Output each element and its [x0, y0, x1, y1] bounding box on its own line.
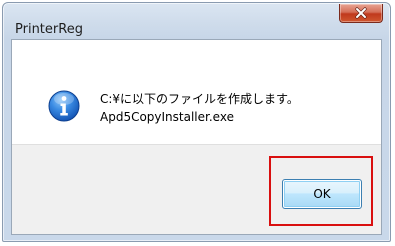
- info-icon: [48, 90, 80, 122]
- close-icon: [355, 7, 367, 19]
- dialog-client-area: C:¥に以下のファイルを作成します。 Apd5CopyInstaller.exe…: [11, 39, 382, 235]
- close-button[interactable]: [339, 4, 383, 23]
- title-bar[interactable]: PrinterReg: [3, 3, 390, 39]
- ok-button[interactable]: OK: [282, 179, 362, 209]
- message-text: C:¥に以下のファイルを作成します。 Apd5CopyInstaller.exe: [100, 90, 299, 126]
- dialog-window: PrinterReg C:¥に以下のファイルを作成します。 Apd5CopyIn…: [2, 2, 391, 242]
- window-title: PrinterReg: [15, 22, 83, 37]
- message-area: C:¥に以下のファイルを作成します。 Apd5CopyInstaller.exe: [12, 40, 381, 144]
- message-line-1: C:¥に以下のファイルを作成します。: [100, 92, 299, 106]
- message-line-2: Apd5CopyInstaller.exe: [100, 110, 234, 124]
